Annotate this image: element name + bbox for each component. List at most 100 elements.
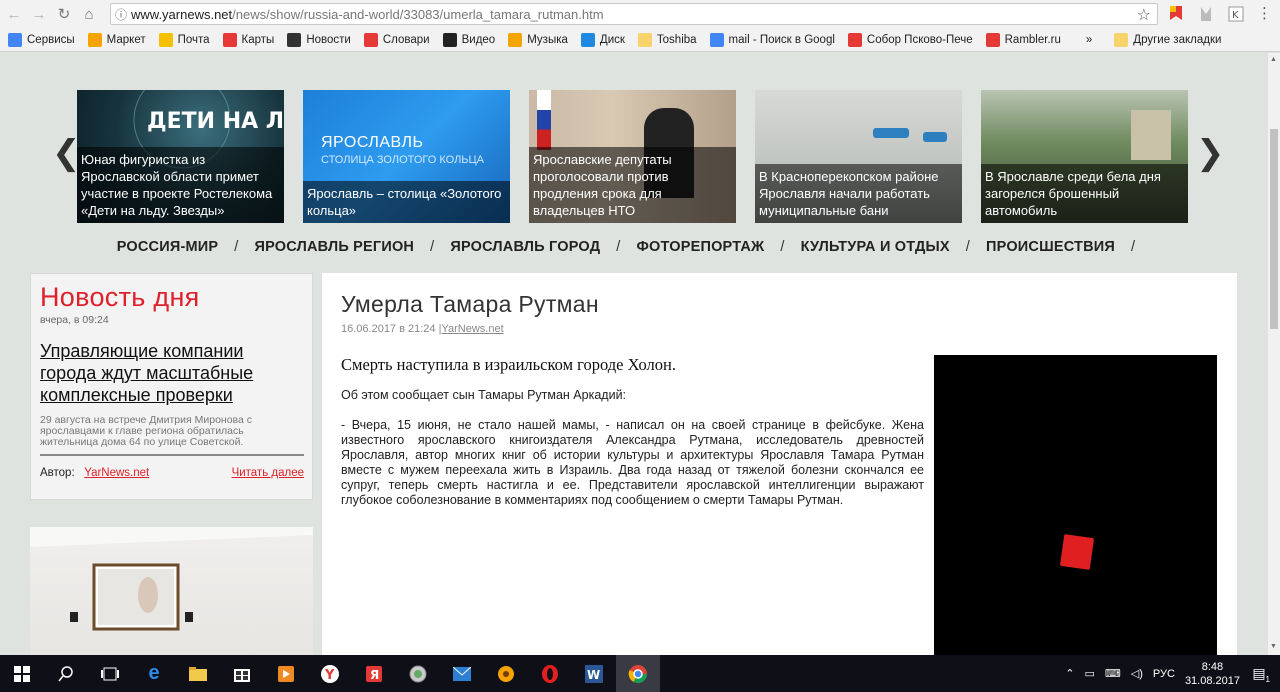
carousel-next-icon[interactable]: ❯ xyxy=(1196,133,1225,173)
bookmarks-bar: Сервисы Маркет Почта Карты Новости Словари Вид… xyxy=(0,28,1280,52)
bookmark-item[interactable]: Карты xyxy=(222,32,274,47)
media-player-icon[interactable] xyxy=(264,655,308,692)
bookmark-item[interactable]: Маркет xyxy=(87,32,146,47)
nav-photoreport[interactable]: ФОТОРЕПОРТАЖ xyxy=(636,239,764,255)
article-paragraph: - Вчера, 15 июня, не стало нашей мамы, -… xyxy=(341,418,924,507)
keyboard-icon[interactable]: ⌨ xyxy=(1105,667,1121,680)
file-explorer-icon[interactable] xyxy=(176,655,220,692)
home-icon[interactable]: ⌂ xyxy=(78,3,100,25)
bookmark-item[interactable]: Музыка xyxy=(508,32,568,47)
language-indicator[interactable]: РУС xyxy=(1153,668,1175,680)
interior-photo-graphic xyxy=(30,527,313,631)
music-icon xyxy=(508,32,523,47)
menu-icon[interactable]: ⋮ xyxy=(1257,5,1273,23)
carousel-slide[interactable]: ДЕТИ НА ЛЬДУ Юная фигуристка из Ярославс… xyxy=(77,90,284,223)
extension-icon[interactable] xyxy=(1198,5,1214,23)
browser-toolbar: ← → ↻ ⌂ ⓘ www.yarnews.net/news/show/russ… xyxy=(0,0,1280,28)
scroll-up-icon[interactable]: ▲ xyxy=(1270,56,1277,63)
scroll-down-icon[interactable]: ▼ xyxy=(1270,643,1277,650)
nav-culture[interactable]: КУЛЬТУРА И ОТДЫХ xyxy=(801,239,950,255)
info-icon[interactable]: ⓘ xyxy=(111,6,131,23)
task-view-icon[interactable] xyxy=(88,655,132,692)
scrollbar-thumb[interactable] xyxy=(1270,129,1278,329)
basin-graphic xyxy=(923,132,947,142)
k-extension-icon[interactable]: K xyxy=(1228,5,1244,23)
bookmark-item[interactable]: Rambler.ru xyxy=(985,32,1061,47)
yandex-browser-icon[interactable]: Y xyxy=(308,655,352,692)
bookmark-label: Диск xyxy=(599,33,625,46)
divider xyxy=(40,454,304,456)
nav-incidents[interactable]: ПРОИСШЕСТВИЯ xyxy=(986,239,1115,255)
bookmark-item[interactable]: Видео xyxy=(442,32,495,47)
reload-icon[interactable]: ↻ xyxy=(53,3,75,25)
market-icon xyxy=(87,32,102,47)
bookmark-item[interactable]: Почта xyxy=(158,32,210,47)
flag-graphic xyxy=(537,90,551,150)
back-icon[interactable]: ← xyxy=(3,3,25,25)
bookmark-item[interactable]: Новости xyxy=(287,32,351,47)
address-bar[interactable]: ⓘ www.yarnews.net/news/show/russia-and-w… xyxy=(110,3,1158,25)
network-icon[interactable]: ▭ xyxy=(1084,667,1094,680)
author-link[interactable]: YarNews.net xyxy=(84,467,149,479)
nav-russia-world[interactable]: РОССИЯ-МИР xyxy=(117,239,219,255)
author-line: Автор: YarNews.net xyxy=(40,467,149,479)
svg-text:Y: Y xyxy=(324,668,335,683)
search-icon[interactable] xyxy=(44,655,88,692)
rambler-icon xyxy=(985,32,1000,47)
other-bookmarks[interactable]: Другие закладки xyxy=(1114,32,1221,47)
word-icon[interactable]: W xyxy=(572,655,616,692)
forward-icon[interactable]: → xyxy=(28,3,50,25)
tray-expand-icon[interactable]: ⌃ xyxy=(1065,667,1074,680)
windows-taskbar: e Y Я W ⌃ ▭ ⌨ ◁) РУС 8:48 31.08.2017 ▤1 xyxy=(0,655,1280,692)
page-scrollbar[interactable]: ▲ ▼ xyxy=(1268,53,1280,655)
play-icon[interactable] xyxy=(1059,534,1095,570)
bookmark-label: Toshiba xyxy=(656,33,697,46)
carousel-slide[interactable]: В Красноперекопском районе Ярославля нач… xyxy=(755,90,962,223)
video-player[interactable] xyxy=(934,355,1217,655)
bookmark-star-icon[interactable]: ☆ xyxy=(1137,5,1151,25)
carousel-slide[interactable]: В Ярославле среди бела дня загорелся бро… xyxy=(981,90,1188,223)
nav-separator: / xyxy=(965,239,971,255)
more-bookmarks-icon[interactable]: » xyxy=(1086,34,1092,46)
nav-separator: / xyxy=(430,239,435,255)
building-graphic xyxy=(1131,110,1171,160)
mail-app-icon[interactable] xyxy=(440,655,484,692)
opera-icon[interactable] xyxy=(528,655,572,692)
bookmark-item[interactable]: Сервисы xyxy=(8,32,75,47)
news-carousel: ДЕТИ НА ЛЬДУ Юная фигуристка из Ярославс… xyxy=(77,90,1189,223)
fan-app-icon[interactable] xyxy=(484,655,528,692)
article-source-link[interactable]: YarNews.net xyxy=(441,323,503,335)
dictionary-icon xyxy=(363,32,378,47)
bookmark-item[interactable]: mail - Поиск в Googl xyxy=(709,32,835,47)
bookmark-item[interactable]: Собор Псково-Пече xyxy=(847,32,973,47)
volume-icon[interactable]: ◁) xyxy=(1131,667,1143,680)
app-circle-icon[interactable] xyxy=(396,655,440,692)
chrome-icon[interactable] xyxy=(616,655,660,692)
map-pin-icon xyxy=(222,32,237,47)
slide-badge: ЯРОСЛАВЛЬ xyxy=(321,134,424,151)
url-path: /news/show/russia-and-world/33083/umerla… xyxy=(232,6,604,22)
bookmark-item[interactable]: Диск xyxy=(580,32,625,47)
carousel-slide[interactable]: Ярославские депутаты проголосовали проти… xyxy=(529,90,736,223)
windows-start-icon[interactable] xyxy=(0,655,44,692)
nav-separator: / xyxy=(616,239,621,255)
bookmark-item[interactable]: Словари xyxy=(363,32,430,47)
article-meta: 16.06.2017 в 21:24 |YarNews.net xyxy=(341,323,504,335)
notifications-icon[interactable]: ▤1 xyxy=(1252,665,1270,684)
svg-text:K: K xyxy=(1232,10,1239,21)
slide-caption: Юная фигуристка из Ярославской области п… xyxy=(77,147,284,223)
nav-yaroslavl-city[interactable]: ЯРОСЛАВЛЬ ГОРОД xyxy=(450,239,600,255)
svg-text:W: W xyxy=(587,668,600,682)
bookmark-label: Музыка xyxy=(527,33,568,46)
store-icon[interactable] xyxy=(220,655,264,692)
yandex-icon[interactable]: Я xyxy=(352,655,396,692)
news-of-day-headline[interactable]: Управляющие компании города ждут масштаб… xyxy=(40,340,303,406)
edge-icon[interactable]: e xyxy=(132,655,176,692)
nav-yaroslavl-region[interactable]: ЯРОСЛАВЛЬ РЕГИОН xyxy=(255,239,415,255)
carousel-slide[interactable]: ЯРОСЛАВЛЬ СТОЛИЦА ЗОЛОТОГО КОЛЬЦА Яросла… xyxy=(303,90,510,223)
read-more-link[interactable]: Читать далее xyxy=(232,467,304,479)
clock[interactable]: 8:48 31.08.2017 xyxy=(1185,660,1240,688)
interior-photo[interactable] xyxy=(30,527,313,655)
bookmark-item[interactable]: Toshiba xyxy=(637,32,697,47)
bookmark-flag-icon[interactable] xyxy=(1168,5,1184,23)
